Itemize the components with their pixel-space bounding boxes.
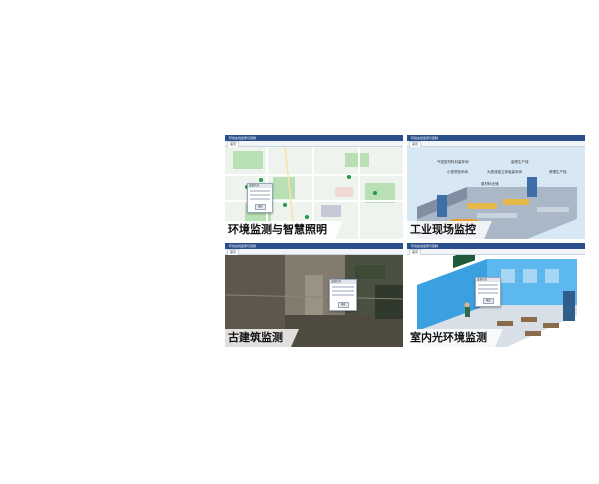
dialog-title: 设备信息 (476, 278, 500, 282)
dialog-title: 设备信息 (248, 184, 272, 188)
dialog-title: 设备信息 (330, 280, 356, 284)
info-dialog: 设备信息 确定 (475, 277, 501, 307)
scene-label: 气密型材料封装车间 (437, 159, 469, 164)
dialog-ok-button[interactable]: 确定 (255, 204, 266, 210)
map-marker[interactable] (373, 191, 377, 195)
dialog-ok-button[interactable]: 确定 (483, 298, 494, 304)
map-marker[interactable] (347, 175, 351, 179)
info-dialog: 设备信息 确定 (247, 183, 273, 213)
panel-caption: 工业现场监控 (407, 221, 492, 239)
panel-indoor-light[interactable]: 环境在线监测与控制 首页 设备信息 确定 室内光环境监测 (407, 243, 585, 347)
dialog-ok-button[interactable]: 确定 (338, 302, 349, 308)
map-marker[interactable] (283, 203, 287, 207)
panel-caption: 古建筑监测 (225, 329, 299, 347)
scene-label: 大型成组立体组装车间 (487, 169, 522, 174)
scene-label: 原材料仓储 (481, 181, 499, 186)
scene-label: 修理生产线 (549, 169, 567, 174)
panel-industrial-site[interactable]: 环境在线监测与控制 首页 气密型材料封装车间 小型质检车间 原材料仓储 大型成组… (407, 135, 585, 239)
panel-caption: 室内光环境监测 (407, 329, 503, 347)
map-marker[interactable] (305, 215, 309, 219)
map-marker[interactable] (259, 178, 263, 182)
panel-caption: 环境监测与智慧照明 (225, 221, 343, 239)
panel-env-smart-lighting[interactable]: 环境在线监测与控制 首页 设备信息 确定 环境监测与智慧照明 (225, 135, 403, 239)
scene-label: 小型质检车间 (447, 169, 468, 174)
scene-label: 装修生产线 (511, 159, 529, 164)
info-dialog: 设备信息 确定 (329, 279, 357, 311)
panel-ancient-building[interactable]: 环境在线监测与控制 首页 设备信息 确定 古建筑监测 (225, 243, 403, 347)
screenshot-grid: 环境在线监测与控制 首页 设备信息 确定 环境监测与智慧照明 环境在线监测与控制… (225, 135, 585, 347)
